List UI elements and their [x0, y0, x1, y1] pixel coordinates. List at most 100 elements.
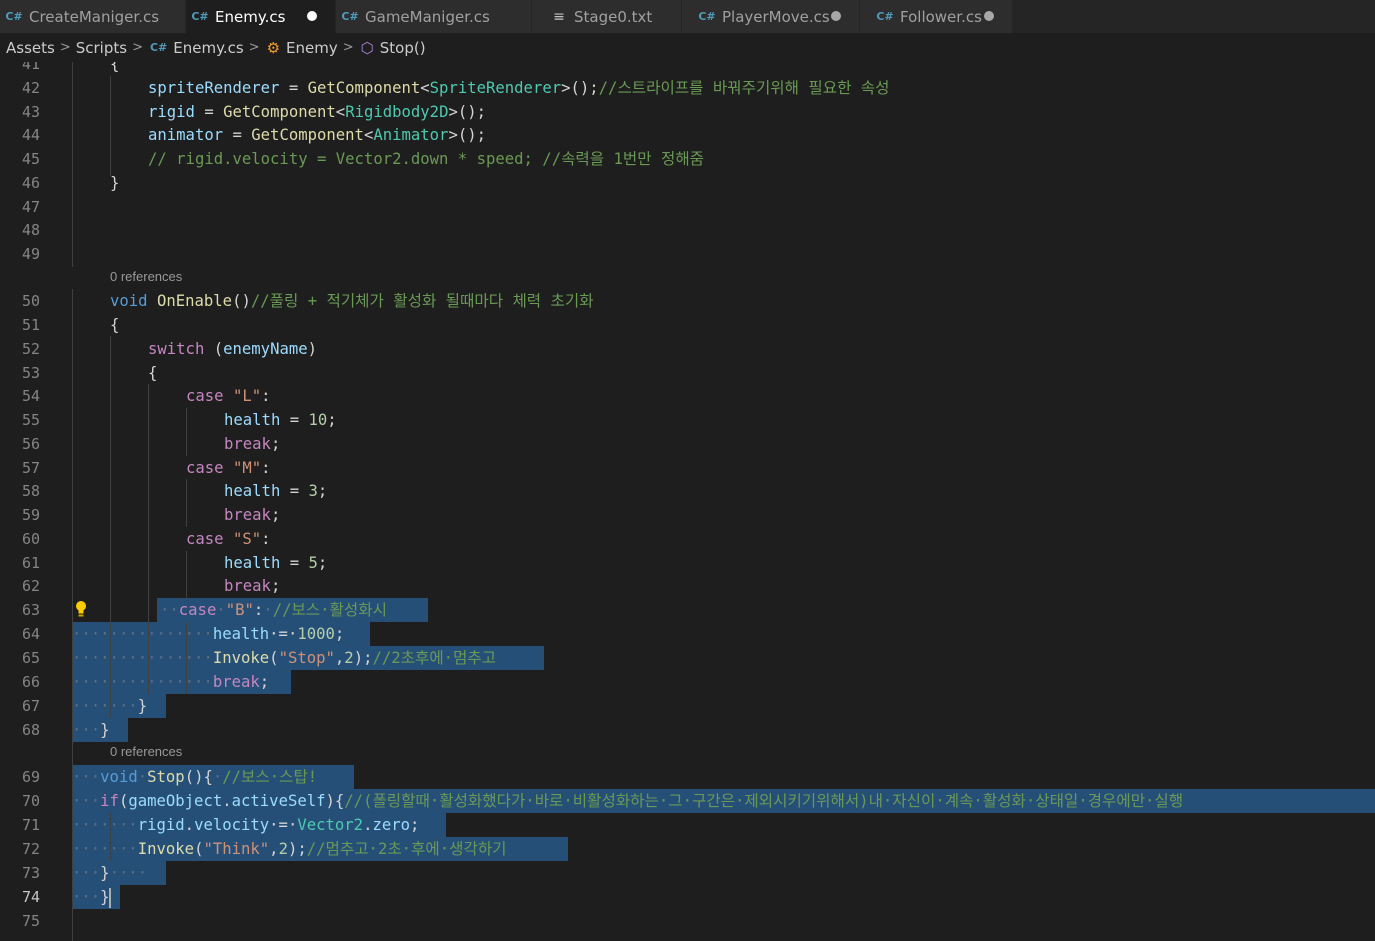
code-line: ···}···· — [72, 864, 148, 882]
indent-guide — [110, 76, 111, 176]
line-number: 65 — [21, 649, 40, 667]
line-number: 73 — [21, 864, 40, 882]
unsaved-dot-icon[interactable] — [831, 11, 841, 21]
tab-label: GameManiger.cs — [365, 7, 490, 26]
code-line: ···············health·=·1000; — [72, 625, 345, 643]
line-number: 47 — [21, 198, 40, 216]
lightbulb-icon[interactable] — [74, 600, 88, 618]
line-number: 69 — [21, 768, 40, 786]
csharp-icon: C# — [876, 10, 894, 23]
code-line: { — [110, 62, 120, 73]
code-line: ···············Invoke("Stop",2);//2초후에·멈… — [72, 649, 497, 667]
tab-enemy[interactable]: C# Enemy.cs — [186, 0, 336, 33]
text-cursor — [108, 887, 111, 908]
line-number: 63 — [21, 601, 40, 619]
line-number: 53 — [21, 364, 40, 382]
code-line: // rigid.velocity = Vector2.down * speed… — [148, 150, 705, 168]
code-line: ···if(gameObject.activeSelf){//(폴링할때·활성화… — [72, 792, 1184, 810]
indent-guide — [186, 408, 187, 456]
code-line: ·······} — [72, 697, 148, 715]
chevron-right-icon: > — [59, 40, 71, 55]
method-cube-icon: ⬡ — [360, 38, 374, 57]
code-line: case "L": — [186, 387, 271, 405]
tab-label: CreateManiger.cs — [29, 7, 160, 26]
breadcrumb-method[interactable]: Stop() — [380, 39, 426, 57]
tab-label: Follower.cs — [900, 7, 982, 26]
line-number: 45 — [21, 150, 40, 168]
line-number-current: 74 — [21, 888, 40, 906]
code-editor[interactable]: 41 42 43 44 45 46 47 48 49 50 51 52 53 5… — [0, 62, 1375, 941]
breadcrumb: Assets > Scripts > C# Enemy.cs > ⚙ Enemy… — [0, 33, 1375, 62]
code-line: ··case·"B":·//보스·활성화시 — [160, 601, 387, 619]
code-line: health = 3; — [224, 482, 328, 500]
indent-guide — [186, 551, 187, 599]
chevron-right-icon: > — [248, 40, 260, 55]
line-number: 68 — [21, 721, 40, 739]
tab-game-maniger[interactable]: C# GameManiger.cs — [336, 0, 532, 33]
line-number: 49 — [21, 245, 40, 263]
indent-guide — [186, 479, 187, 527]
line-number: 48 — [21, 221, 40, 239]
text-file-icon: ≡ — [553, 8, 565, 25]
tab-create-maniger[interactable]: C# CreateManiger.cs — [0, 0, 186, 33]
line-number: 67 — [21, 697, 40, 715]
breadcrumb-scripts[interactable]: Scripts — [76, 39, 127, 57]
code-line: ·······rigid.velocity·=·Vector2.zero; — [72, 816, 420, 834]
breadcrumb-assets[interactable]: Assets — [6, 39, 55, 57]
tab-player-move[interactable]: C# PlayerMove.cs — [682, 0, 860, 33]
editor-tab-bar: C# CreateManiger.cs C# Enemy.cs C# GameM… — [0, 0, 1375, 33]
line-number: 64 — [21, 625, 40, 643]
line-number: 71 — [21, 816, 40, 834]
line-number: 50 — [21, 292, 40, 310]
chevron-right-icon: > — [132, 40, 143, 55]
unsaved-dot-icon[interactable] — [307, 11, 317, 21]
chevron-right-icon: > — [342, 40, 354, 55]
line-number: 56 — [21, 435, 40, 453]
line-number: 58 — [21, 482, 40, 500]
tab-label: PlayerMove.cs — [722, 7, 830, 26]
code-line: break; — [224, 506, 281, 524]
unsaved-dot-icon[interactable] — [984, 11, 994, 21]
line-number: 51 — [21, 316, 40, 334]
code-line: case "M": — [186, 459, 271, 477]
class-icon: ⚙ — [266, 38, 281, 57]
line-number: 55 — [21, 411, 40, 429]
line-number: 62 — [21, 577, 40, 595]
code-line: { — [148, 364, 158, 382]
line-number: 41 — [21, 62, 40, 73]
code-line: ···void·Stop(){·//보스·스탑! — [72, 768, 318, 786]
code-line: switch (enemyName) — [148, 340, 318, 358]
codelens-references[interactable]: 0 references — [110, 268, 182, 286]
csharp-icon: C# — [341, 10, 359, 23]
line-number: 44 — [21, 126, 40, 144]
line-number: 59 — [21, 506, 40, 524]
line-number: 66 — [21, 673, 40, 691]
line-number: 75 — [21, 912, 40, 930]
code-line: } — [110, 174, 120, 192]
code-line: animator = GetComponent<Animator>(); — [148, 126, 487, 144]
code-line: spriteRenderer = GetComponent<SpriteRend… — [148, 79, 890, 97]
code-line: void OnEnable()//풀링 + 적기체가 활성화 될때마다 체력 초… — [110, 292, 594, 310]
line-number: 43 — [21, 103, 40, 121]
code-line: { — [110, 316, 120, 334]
code-line: ···············break; — [72, 673, 270, 691]
csharp-icon: C# — [5, 10, 23, 23]
line-number: 60 — [21, 530, 40, 548]
csharp-icon: C# — [698, 10, 716, 23]
line-number: 61 — [21, 554, 40, 572]
tab-stage0[interactable]: ≡ Stage0.txt — [532, 0, 682, 33]
breadcrumb-file[interactable]: Enemy.cs — [173, 39, 243, 57]
tab-follower[interactable]: C# Follower.cs — [860, 0, 1013, 33]
tab-label: Enemy.cs — [215, 7, 286, 26]
line-number: 52 — [21, 340, 40, 358]
line-number: 70 — [21, 792, 40, 810]
code-line: ···} — [72, 721, 110, 739]
breadcrumb-class[interactable]: Enemy — [286, 39, 338, 57]
line-number: 46 — [21, 174, 40, 192]
csharp-icon: C# — [191, 10, 209, 23]
code-line: rigid = GetComponent<Rigidbody2D>(); — [148, 103, 487, 121]
tab-label: Stage0.txt — [574, 7, 653, 26]
code-line: health = 5; — [224, 554, 328, 572]
line-number: 42 — [21, 79, 40, 97]
codelens-references[interactable]: 0 references — [110, 743, 182, 761]
